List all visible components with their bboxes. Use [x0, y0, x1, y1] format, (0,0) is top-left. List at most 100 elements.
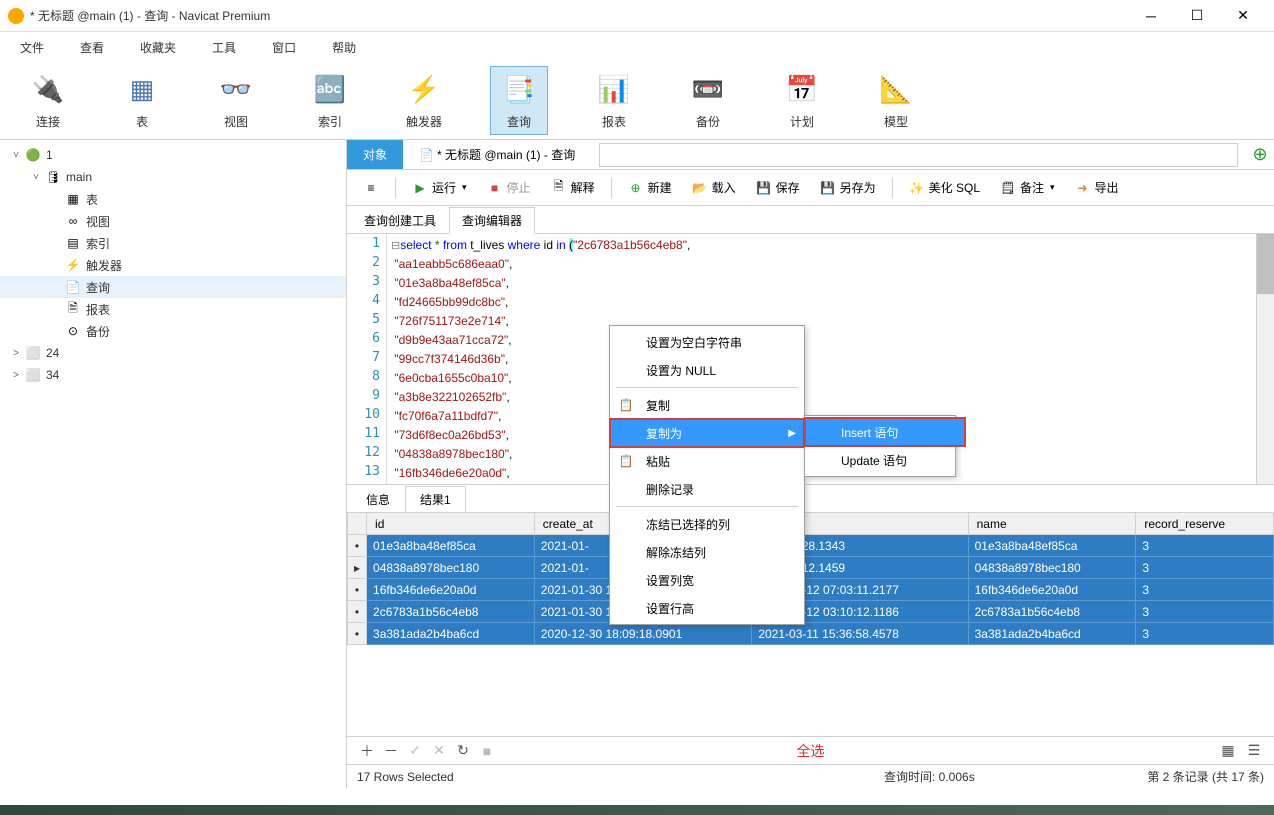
- toolbar-index[interactable]: 🔤索引: [302, 67, 358, 134]
- ctx-item-3[interactable]: 📋复制: [610, 391, 804, 419]
- column-header[interactable]: id: [367, 513, 535, 535]
- load-button[interactable]: 📂载入: [684, 175, 744, 200]
- remove-record-button[interactable]: －: [379, 740, 403, 762]
- menu-5[interactable]: 帮助: [324, 35, 364, 60]
- sub-tab-editor[interactable]: 查询编辑器: [449, 207, 535, 234]
- menu-4[interactable]: 窗口: [264, 35, 304, 60]
- ctx-item-9[interactable]: 解除冻结列: [610, 538, 804, 566]
- tree-toggle-icon[interactable]: ˅: [8, 150, 24, 161]
- sidebar-tree[interactable]: ˅🟢1˅🛢main▦表∞视图▤索引⚡触发器📄查询🗎报表⊙备份˃⬜24˃⬜34: [0, 140, 347, 788]
- sub-tab-builder[interactable]: 查询创建工具: [351, 207, 449, 234]
- line-number: 12: [347, 445, 386, 464]
- tree-toggle-icon[interactable]: ˃: [8, 348, 24, 359]
- beautify-button[interactable]: ✨美化 SQL: [901, 175, 988, 200]
- saveas-icon: 💾: [820, 180, 836, 196]
- cancel-edit-button[interactable]: ✕: [427, 740, 451, 762]
- add-tab-button[interactable]: ⊕: [1246, 141, 1274, 169]
- tree-node-7[interactable]: 🗎报表: [0, 298, 346, 320]
- ctx-item-0[interactable]: Insert 语句: [805, 418, 965, 446]
- line-number: 6: [347, 331, 386, 350]
- toolbar-query[interactable]: 📑查询: [490, 66, 548, 135]
- column-header[interactable]: record_reserve: [1136, 513, 1274, 535]
- table-row[interactable]: ▸04838a8978bec1802021-01-2 03:05:12.1459…: [348, 557, 1274, 579]
- menu-icon: ≡: [363, 180, 379, 196]
- table-row[interactable]: •3a381ada2b4ba6cd2020-12-30 18:09:18.090…: [348, 623, 1274, 645]
- context-submenu-copy-as[interactable]: Insert 语句Update 语句: [804, 415, 956, 477]
- ctx-item-4[interactable]: 复制为▶: [610, 419, 804, 447]
- editor-scrollbar[interactable]: [1256, 234, 1274, 484]
- toolbar-report[interactable]: 📊报表: [586, 67, 642, 134]
- tree-node-9[interactable]: ˃⬜24: [0, 342, 346, 364]
- result-grid[interactable]: idcreate_atnamerecord_reserve •01e3a8ba4…: [347, 512, 1274, 736]
- tree-toggle-icon[interactable]: ˃: [8, 370, 24, 381]
- toolbar-model[interactable]: 📐模型: [868, 67, 924, 134]
- new-button[interactable]: ⊕新建: [620, 175, 680, 200]
- maximize-button[interactable]: ☐: [1174, 1, 1220, 31]
- info-tab-msg[interactable]: 信息: [351, 486, 405, 513]
- line-number: 3: [347, 274, 386, 293]
- grid-view-icon[interactable]: ▦: [1216, 740, 1240, 762]
- toolbar-plug[interactable]: 🔌连接: [20, 67, 76, 134]
- menu-3[interactable]: 工具: [204, 35, 244, 60]
- ctx-item-1[interactable]: Update 语句: [805, 446, 965, 474]
- minimize-button[interactable]: ─: [1128, 1, 1174, 31]
- toolbar-schedule[interactable]: 📅计划: [774, 67, 830, 134]
- export-button[interactable]: ➜导出: [1067, 175, 1127, 200]
- toolbar-table[interactable]: ▦表: [114, 67, 170, 134]
- tree-icon: 🟢: [24, 147, 42, 163]
- refresh-button[interactable]: ↻: [451, 740, 475, 762]
- commit-button[interactable]: ✓: [403, 740, 427, 762]
- toolbar-trigger[interactable]: ⚡触发器: [396, 67, 452, 134]
- ctx-item-8[interactable]: 冻结已选择的列: [610, 510, 804, 538]
- ctx-item-11[interactable]: 设置行高: [610, 594, 804, 622]
- save-button[interactable]: 💾保存: [748, 175, 808, 200]
- ctx-item-10[interactable]: 设置列宽: [610, 566, 804, 594]
- stop-fetch-button[interactable]: ■: [475, 740, 499, 762]
- menu-1[interactable]: 查看: [72, 35, 112, 60]
- stop-icon: ■: [487, 180, 503, 196]
- tab-objects[interactable]: 对象: [347, 140, 403, 169]
- tree-icon: 🛢: [44, 169, 62, 185]
- tree-node-8[interactable]: ⊙备份: [0, 320, 346, 342]
- tree-node-10[interactable]: ˃⬜34: [0, 364, 346, 386]
- tree-node-5[interactable]: ⚡触发器: [0, 254, 346, 276]
- info-tab-result1[interactable]: 结果1: [405, 486, 466, 513]
- table-row[interactable]: •2c6783a1b56c4eb82021-01-30 19:47:17.136…: [348, 601, 1274, 623]
- ctx-item-6[interactable]: 删除记录: [610, 475, 804, 503]
- ctx-item-0[interactable]: 设置为空白字符串: [610, 328, 804, 356]
- hamburger-button[interactable]: ≡: [355, 176, 387, 200]
- form-view-icon[interactable]: ☰: [1242, 740, 1266, 762]
- menu-0[interactable]: 文件: [12, 35, 52, 60]
- add-record-button[interactable]: ＋: [355, 740, 379, 762]
- column-header[interactable]: name: [968, 513, 1136, 535]
- row-indicator-header: [348, 513, 367, 535]
- saveas-button[interactable]: 💾另存为: [812, 175, 884, 200]
- row-indicator: •: [348, 601, 367, 623]
- stop-button[interactable]: ■停止: [479, 175, 539, 200]
- tree-node-0[interactable]: ˅🟢1: [0, 144, 346, 166]
- table-row[interactable]: •16fb346de6e20a0d2021-01-30 11:55:18.498…: [348, 579, 1274, 601]
- toolbar-backup[interactable]: 📼备份: [680, 67, 736, 134]
- ctx-item-1[interactable]: 设置为 NULL: [610, 356, 804, 384]
- tree-node-4[interactable]: ▤索引: [0, 232, 346, 254]
- run-button[interactable]: ▶运行▾: [404, 175, 475, 200]
- tab-query[interactable]: 📄* 无标题 @main (1) - 查询: [403, 140, 591, 169]
- toolbar-view[interactable]: 👓视图: [208, 67, 264, 134]
- tree-node-2[interactable]: ▦表: [0, 188, 346, 210]
- tree-node-6[interactable]: 📄查询: [0, 276, 346, 298]
- table-row[interactable]: •01e3a8ba48ef85ca2021-01-2 10:19:28.1343…: [348, 535, 1274, 557]
- tree-node-1[interactable]: ˅🛢main: [0, 166, 346, 188]
- search-input[interactable]: [599, 143, 1238, 167]
- ctx-item-5[interactable]: 📋粘贴: [610, 447, 804, 475]
- explain-button[interactable]: 🗎解释: [543, 175, 603, 200]
- save-icon: 💾: [756, 180, 772, 196]
- context-menu[interactable]: 设置为空白字符串设置为 NULL 📋复制复制为▶📋粘贴删除记录冻结已选择的列解除冻…: [609, 325, 805, 625]
- editor-sub-tabs: 查询创建工具 查询编辑器: [347, 206, 1274, 234]
- menu-2[interactable]: 收藏夹: [132, 35, 184, 60]
- report-icon: 📊: [594, 71, 634, 107]
- note-button[interactable]: 🗒备注▾: [992, 175, 1063, 200]
- line-number: 5: [347, 312, 386, 331]
- tree-toggle-icon[interactable]: ˅: [28, 172, 44, 183]
- close-button[interactable]: ✕: [1220, 1, 1266, 31]
- tree-node-3[interactable]: ∞视图: [0, 210, 346, 232]
